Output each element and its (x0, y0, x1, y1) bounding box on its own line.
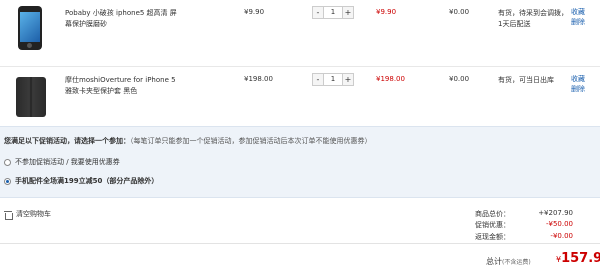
promotion-heading-bold: 您满足以下促销活动，请选择一个参加： (4, 137, 130, 145)
item-discount: ¥0.00 (449, 8, 470, 16)
stock-status: 有货，待采到会调拨，1天后配送 (498, 9, 568, 28)
stock-status: 有货，可当日出库 (498, 76, 554, 84)
goods-total-value: +¥207.90 (538, 209, 573, 217)
product-title[interactable]: Pobaby 小破孩 iphone5 超高清 屏幕保护膜磨砂 (65, 8, 180, 30)
item-subtotal: ¥9.90 (376, 8, 397, 16)
favorite-link[interactable]: 收藏 (571, 74, 585, 84)
unit-price: ¥198.00 (244, 75, 273, 83)
qty-increase-button[interactable]: + (342, 6, 354, 19)
total-amount: 157.90 (561, 251, 600, 266)
promotion-option-label: 手机配件全场满199立减50（部分产品除外） (15, 177, 159, 185)
quantity-stepper: - 1 + (312, 73, 354, 86)
item-subtotal: ¥198.00 (376, 75, 405, 83)
promotion-option-none[interactable]: 不参加促销活动 / 我要使用优惠券 (4, 157, 120, 167)
phone-case-image (16, 77, 46, 117)
product-thumbnail[interactable] (14, 6, 46, 50)
delete-link[interactable]: 删除 (571, 17, 585, 27)
favorite-link[interactable]: 收藏 (571, 7, 585, 17)
goods-total-label: 商品总价： (475, 210, 510, 218)
trash-icon (4, 210, 13, 220)
promo-discount-label: 促销优惠： (475, 221, 510, 229)
item-actions: 收藏 删除 (571, 7, 585, 27)
promotion-heading: 您满足以下促销活动，请选择一个参加：（每笔订单只能参加一个促销活动，参加促销活动… (4, 136, 372, 146)
cart-item-row: Pobaby 小破孩 iphone5 超高清 屏幕保护膜磨砂 ¥9.90 - 1… (0, 0, 600, 66)
qty-input[interactable]: 1 (324, 6, 342, 19)
promo-discount-value: -¥50.00 (545, 220, 573, 228)
promotion-option-label: 不参加促销活动 / 我要使用优惠券 (15, 158, 120, 166)
promotion-panel: 您满足以下促销活动，请选择一个参加：（每笔订单只能参加一个促销活动，参加促销活动… (0, 126, 600, 198)
product-thumbnail[interactable] (14, 75, 46, 119)
radio-selected-icon[interactable] (4, 177, 11, 185)
qty-decrease-button[interactable]: - (312, 6, 324, 19)
cart-item-row: 摩仕moshiOverture for iPhone 5 雅致卡夹型保护套 黑色… (0, 66, 600, 126)
quantity-stepper: - 1 + (312, 6, 354, 19)
total-label: 总计(不含运费) (486, 256, 531, 267)
qty-decrease-button[interactable]: - (312, 73, 324, 86)
total-note: (不含运费) (502, 259, 531, 266)
qty-input[interactable]: 1 (324, 73, 342, 86)
radio-unselected-icon[interactable] (4, 158, 11, 166)
cashback-label: 返现金额： (475, 233, 510, 241)
product-title[interactable]: 摩仕moshiOverture for iPhone 5 雅致卡夹型保护套 黑色 (65, 75, 180, 97)
clear-cart-link[interactable]: 清空购物车 (4, 209, 51, 220)
item-discount: ¥0.00 (449, 75, 470, 83)
phone-screen-protector-image (18, 6, 42, 50)
promotion-note: （每笔订单只能参加一个促销活动，参加促销活动后本次订单不能使用优惠券） (130, 137, 372, 145)
promotion-option-accessories[interactable]: 手机配件全场满199立减50（部分产品除外） (4, 176, 158, 186)
total-value: ¥157.90 (556, 251, 600, 266)
cashback-value: -¥0.00 (550, 232, 573, 240)
clear-cart-label: 清空购物车 (16, 210, 51, 218)
summary-divider (0, 243, 600, 244)
delete-link[interactable]: 删除 (571, 84, 585, 94)
item-actions: 收藏 删除 (571, 74, 585, 94)
total-label-text: 总计 (486, 257, 502, 266)
qty-increase-button[interactable]: + (342, 73, 354, 86)
unit-price: ¥9.90 (244, 8, 265, 16)
